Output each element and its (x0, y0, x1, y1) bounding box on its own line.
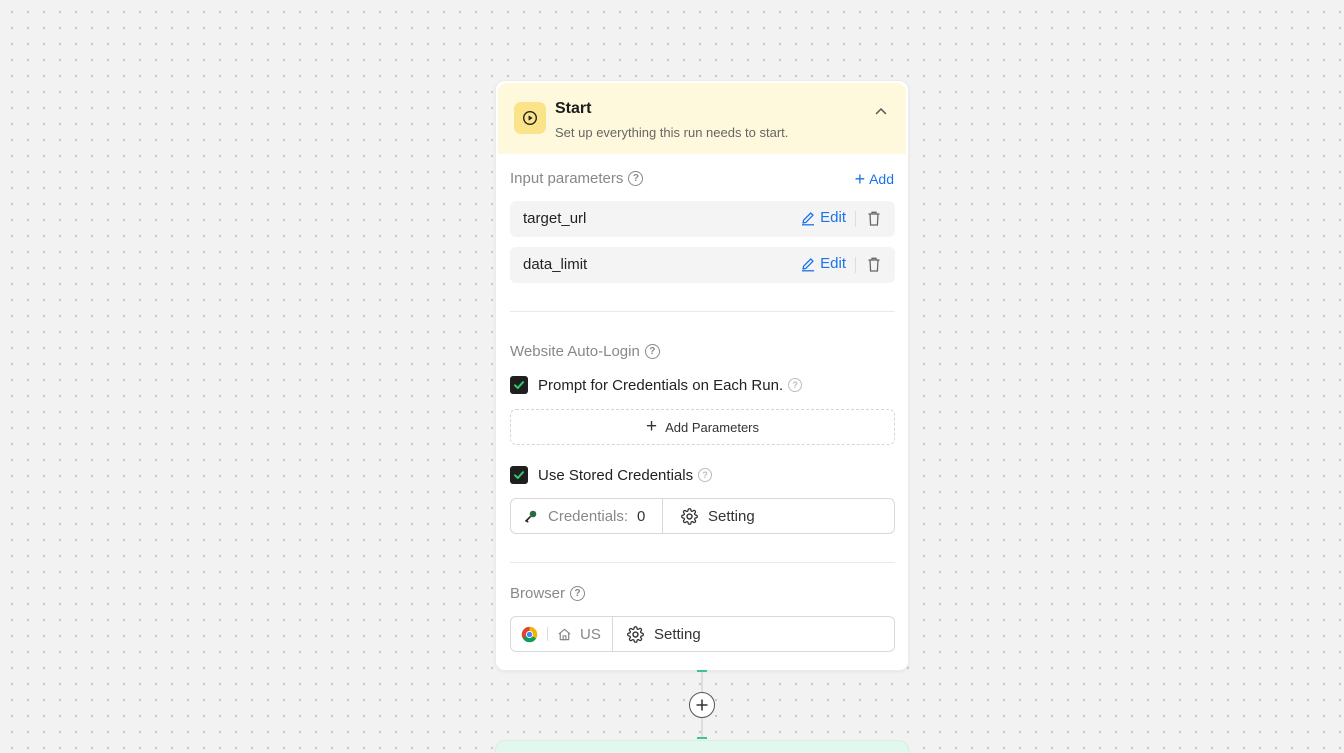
plus-icon: + (645, 416, 658, 437)
add-parameters-label: Add Parameters (665, 419, 760, 435)
gear-icon (681, 507, 698, 525)
prompt-credentials-checkbox[interactable] (510, 376, 528, 394)
credentials-count: 0 (637, 507, 646, 525)
param-name: target_url (523, 210, 587, 227)
pencil-icon (802, 211, 815, 225)
start-node-card: Start Set up everything this run needs t… (495, 80, 909, 671)
next-node-card[interactable] (495, 740, 909, 753)
list-item: data_limit Edit (510, 247, 895, 283)
stored-credentials-checkbox-row[interactable]: Use Stored Credentials ? (510, 466, 713, 484)
auto-login-label: Website Auto-Login ? (510, 343, 660, 360)
edit-label: Edit (820, 255, 846, 272)
credentials-count-area: Credentials: 0 (511, 499, 663, 533)
credentials-box: Credentials: 0 Setting (510, 498, 895, 534)
edit-button[interactable]: Edit (800, 255, 846, 272)
edit-button[interactable]: Edit (800, 209, 846, 226)
add-parameters-button[interactable]: + Add Parameters (510, 409, 895, 445)
browser-label: Browser ? (510, 585, 586, 602)
divider (855, 211, 856, 227)
help-icon[interactable]: ? (644, 344, 660, 359)
start-node-subtitle: Set up everything this run needs to star… (555, 125, 789, 140)
add-parameter-button[interactable]: + Add (854, 169, 894, 189)
credentials-setting-label: Setting (708, 507, 755, 525)
help-icon[interactable]: ? (788, 378, 803, 392)
stored-credentials-label: Use Stored Credentials (538, 466, 694, 484)
prompt-credentials-checkbox-row[interactable]: Prompt for Credentials on Each Run. ? (510, 376, 803, 394)
key-icon (524, 510, 537, 523)
browser-region: US (580, 625, 601, 643)
trash-icon[interactable] (866, 256, 882, 278)
trash-icon[interactable] (866, 210, 882, 232)
help-icon[interactable]: ? (698, 468, 713, 482)
browser-box: US Setting (510, 616, 895, 652)
param-name: data_limit (523, 256, 588, 273)
pencil-icon (802, 257, 815, 271)
play-icon (514, 102, 546, 134)
add-parameter-label: Add (869, 171, 894, 187)
check-icon (514, 471, 524, 479)
input-parameters-label: Input parameters ? (510, 170, 644, 187)
edit-label: Edit (820, 209, 846, 226)
prompt-credentials-label: Prompt for Credentials on Each Run. (538, 376, 784, 394)
gear-icon (627, 625, 644, 643)
add-node-button[interactable] (689, 692, 715, 718)
divider (510, 311, 895, 312)
browser-text: Browser (510, 585, 566, 602)
home-icon (558, 628, 571, 640)
connector-line (701, 672, 703, 692)
help-icon[interactable]: ? (570, 586, 586, 601)
browser-setting-button[interactable]: Setting (613, 617, 894, 651)
browser-setting-label: Setting (654, 625, 701, 643)
auto-login-text: Website Auto-Login (510, 343, 640, 360)
list-item: target_url Edit (510, 201, 895, 237)
divider (547, 627, 548, 641)
browser-info-area: US (511, 617, 613, 651)
divider (855, 257, 856, 273)
check-icon (514, 381, 524, 389)
chrome-icon (521, 626, 538, 642)
credentials-label: Credentials: (548, 507, 629, 525)
plus-icon (696, 699, 708, 711)
credentials-setting-button[interactable]: Setting (663, 499, 894, 533)
stored-credentials-checkbox[interactable] (510, 466, 528, 484)
connector-handle[interactable] (697, 737, 707, 739)
start-node-header: Start Set up everything this run needs t… (498, 83, 906, 154)
connector-line (701, 718, 703, 737)
help-icon[interactable]: ? (628, 171, 644, 186)
input-parameters-text: Input parameters (510, 170, 624, 187)
chevron-up-icon[interactable] (872, 102, 890, 120)
start-node-title: Start (555, 100, 592, 117)
divider (510, 562, 895, 563)
plus-icon: + (854, 169, 866, 189)
